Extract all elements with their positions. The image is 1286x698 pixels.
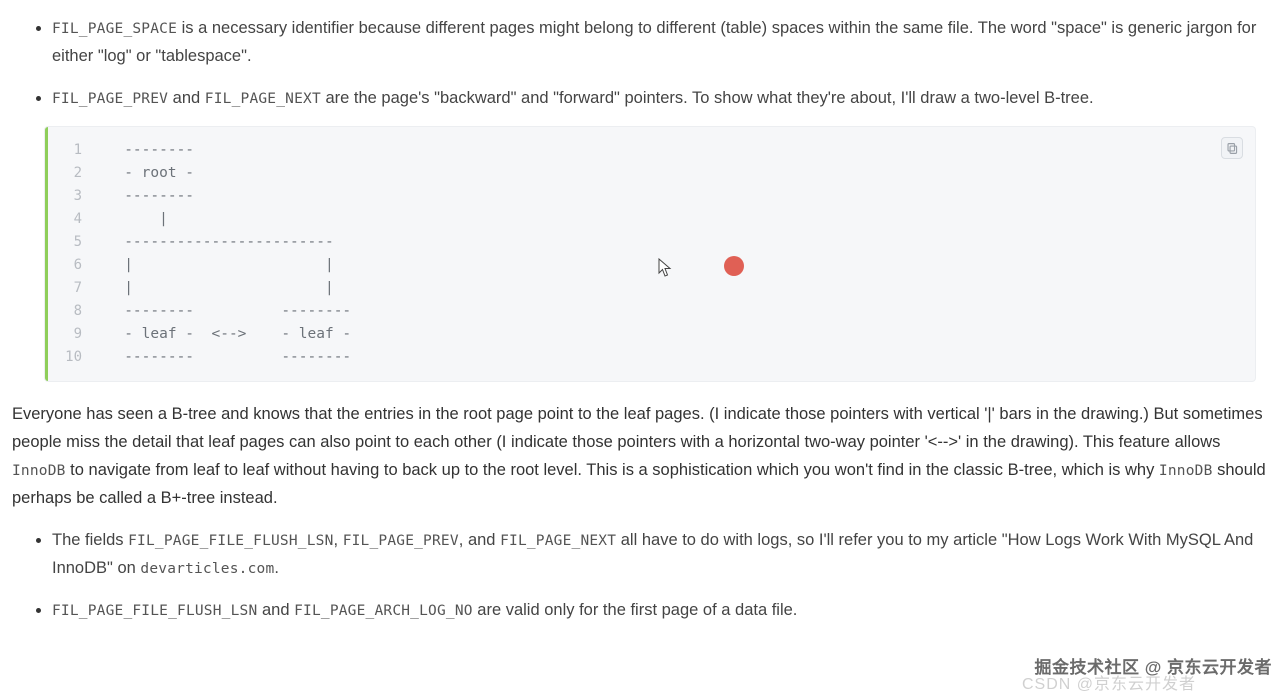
code-line: | [98, 208, 1247, 231]
line-number: 1 [48, 139, 82, 162]
bottom-bullet-list: The fields FIL_PAGE_FILE_FLUSH_LSN, FIL_… [12, 526, 1274, 624]
text: and [257, 601, 294, 619]
line-number: 7 [48, 277, 82, 300]
line-number: 2 [48, 162, 82, 185]
line-number: 8 [48, 300, 82, 323]
watermark-juejin: 掘金技术社区 @ 京东云开发者 [1034, 653, 1272, 678]
code-innodb-1: InnoDB [12, 463, 66, 479]
text: is a necessary identifier because differ… [52, 19, 1256, 65]
text: are valid only for the first page of a d… [473, 601, 798, 619]
line-number: 9 [48, 323, 82, 346]
code-next: FIL_PAGE_NEXT [500, 533, 616, 549]
code-line: - leaf - <--> - leaf - [98, 323, 1247, 346]
code-line: -------- -------- [98, 300, 1247, 323]
text: , [334, 531, 343, 549]
copy-icon[interactable] [1221, 137, 1243, 159]
code-fil-page-space: FIL_PAGE_SPACE [52, 21, 177, 37]
code-line: ------------------------ [98, 231, 1247, 254]
code-devarticles: devarticles.com [140, 561, 274, 577]
text: are the page's "backward" and "forward" … [321, 89, 1094, 107]
code-line: - root - [98, 162, 1247, 185]
line-number: 5 [48, 231, 82, 254]
code-line-gutter: 12345678910 [48, 127, 90, 381]
top-bullet-list: FIL_PAGE_SPACE is a necessary identifier… [12, 14, 1274, 112]
text: to navigate from leaf to leaf without ha… [66, 461, 1159, 479]
bullet-fil-page-space: FIL_PAGE_SPACE is a necessary identifier… [52, 14, 1274, 70]
text: , and [459, 531, 500, 549]
bullet-flush-lsn-arch: FIL_PAGE_FILE_FLUSH_LSN and FIL_PAGE_ARC… [52, 596, 1274, 624]
line-number: 10 [48, 346, 82, 369]
paragraph-btree-explain: Everyone has seen a B-tree and knows tha… [12, 400, 1274, 512]
code-content: -------- - root - -------- | -----------… [90, 127, 1255, 381]
bullet-log-fields: The fields FIL_PAGE_FILE_FLUSH_LSN, FIL_… [52, 526, 1274, 582]
watermark-csdn: CSDN @京东云开发者 [1022, 670, 1196, 694]
code-line: -------- [98, 185, 1247, 208]
code-innodb-2: InnoDB [1159, 463, 1213, 479]
code-flush-lsn-2: FIL_PAGE_FILE_FLUSH_LSN [52, 603, 257, 619]
code-block-btree: 12345678910 -------- - root - -------- |… [44, 126, 1256, 382]
code-line: | | [98, 254, 1247, 277]
bullet-fil-page-prev-next: FIL_PAGE_PREV and FIL_PAGE_NEXT are the … [52, 84, 1274, 112]
text: The fields [52, 531, 128, 549]
code-arch-log-no: FIL_PAGE_ARCH_LOG_NO [294, 603, 473, 619]
article-body: FIL_PAGE_SPACE is a necessary identifier… [0, 0, 1286, 650]
line-number: 3 [48, 185, 82, 208]
code-fil-page-prev: FIL_PAGE_PREV [52, 91, 168, 107]
code-line: | | [98, 277, 1247, 300]
text: . [274, 559, 279, 577]
code-prev: FIL_PAGE_PREV [343, 533, 459, 549]
text: Everyone has seen a B-tree and knows tha… [12, 405, 1263, 451]
code-line: -------- [98, 139, 1247, 162]
line-number: 4 [48, 208, 82, 231]
line-number: 6 [48, 254, 82, 277]
code-line: -------- -------- [98, 346, 1247, 369]
code-fil-page-next: FIL_PAGE_NEXT [205, 91, 321, 107]
code-flush-lsn: FIL_PAGE_FILE_FLUSH_LSN [128, 533, 333, 549]
text: and [168, 89, 205, 107]
